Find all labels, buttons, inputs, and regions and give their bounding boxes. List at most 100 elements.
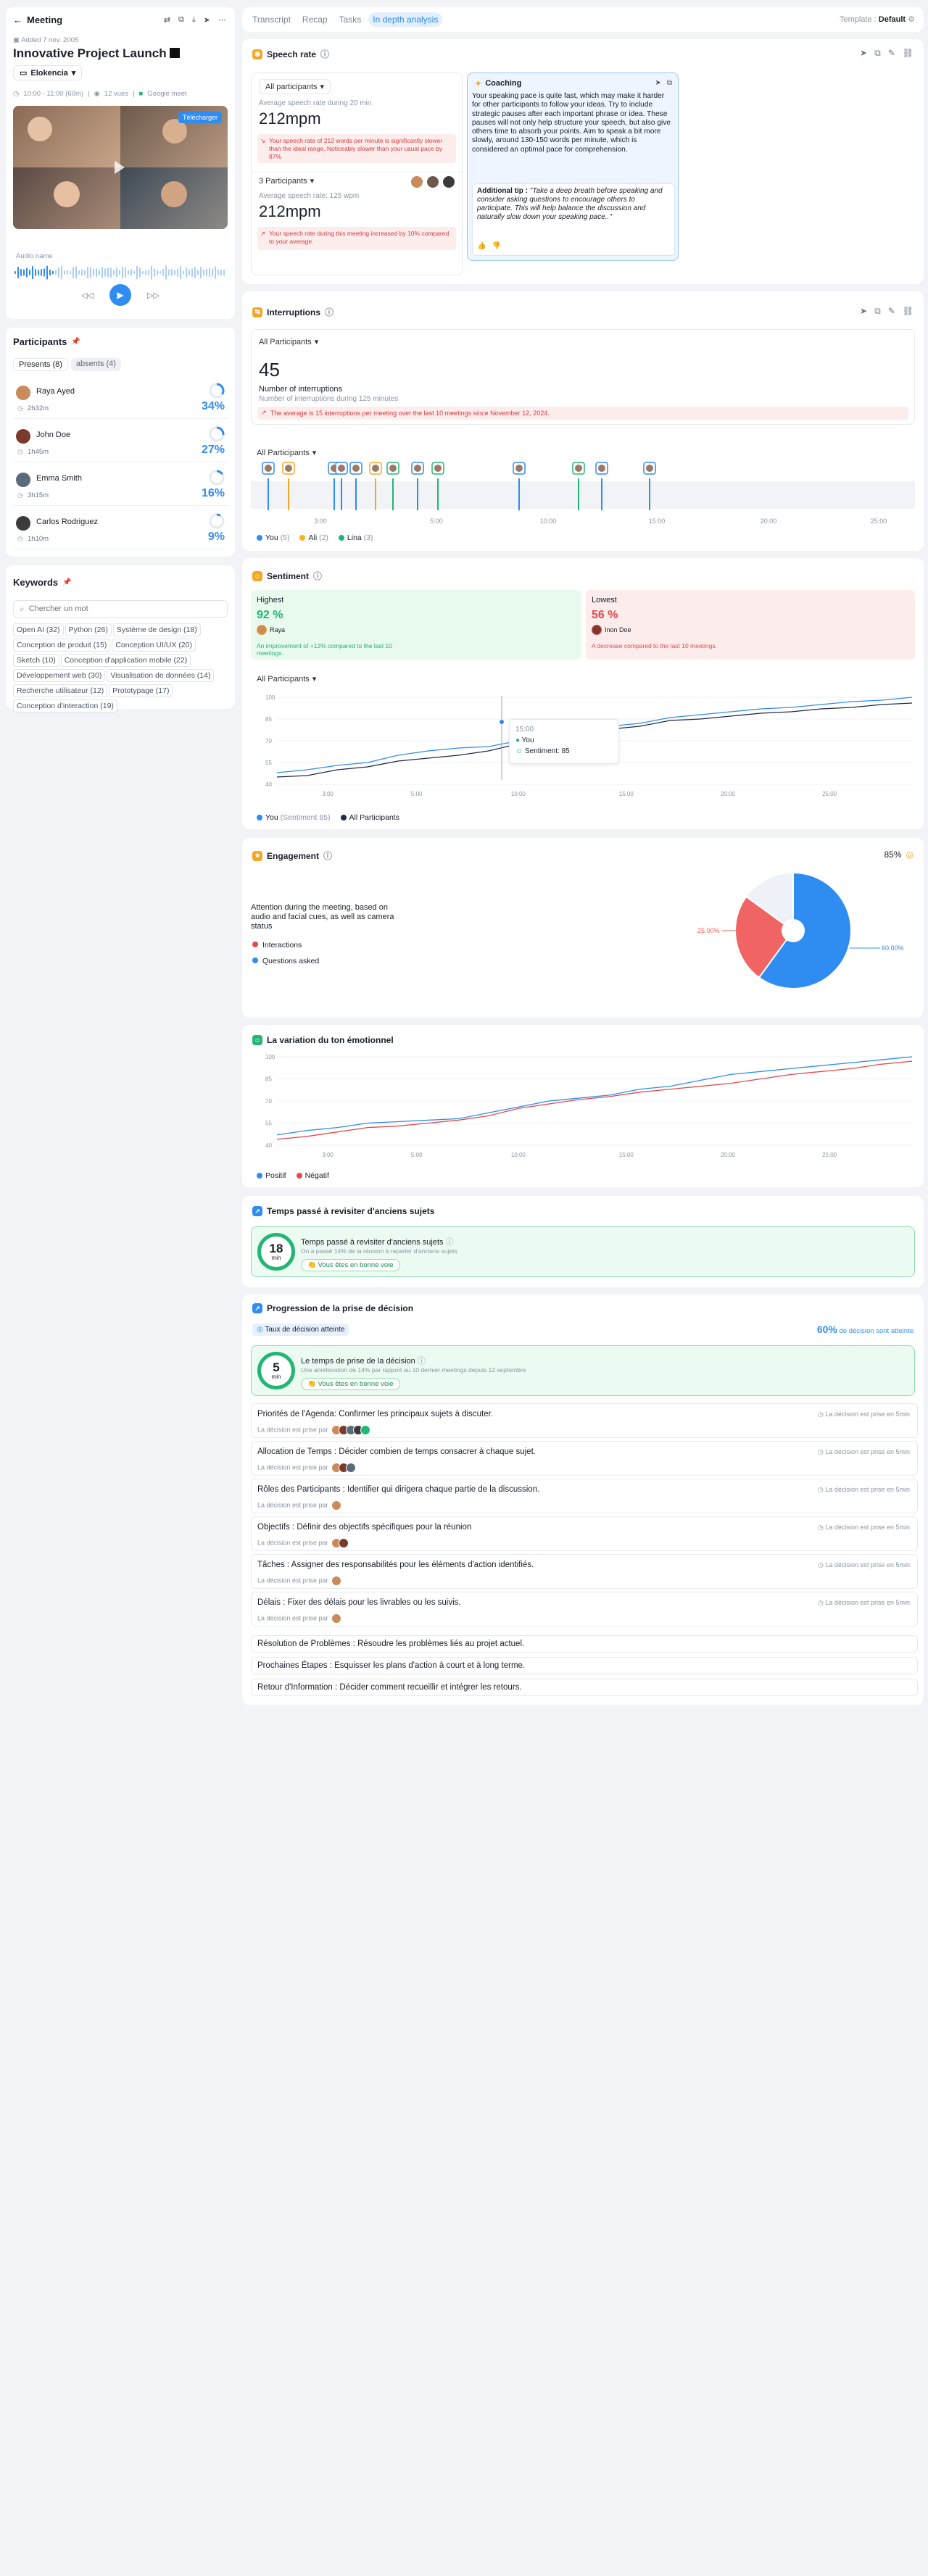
participants-dropdown[interactable]: All participants ▾ — [259, 79, 331, 94]
keyword-search-input[interactable] — [28, 604, 218, 613]
audio-waveform[interactable] — [14, 262, 226, 283]
keyword-chip[interactable]: Système de design (18) — [112, 623, 201, 636]
decision-row[interactable]: Allocation de Temps : Décider combien de… — [251, 1441, 918, 1476]
tick-label: 3:00 — [314, 518, 327, 525]
forward-icon[interactable]: ▷▷ — [147, 291, 160, 300]
info-icon[interactable]: ⓘ — [323, 849, 332, 862]
participant-row[interactable]: Raya Ayed ◷ 2h32m 34% — [13, 378, 228, 419]
keyword-chip[interactable]: Conception d'interaction (19) — [13, 699, 117, 712]
back-link[interactable]: ← Meeting — [13, 14, 62, 25]
participant-pct: 27% — [201, 444, 225, 456]
chevron-down-icon: ▾ — [314, 338, 319, 346]
template-select[interactable]: Template : Default ⚙ — [840, 14, 915, 24]
decision-row[interactable]: Priorités de l'Agenda: Confirmer les pri… — [251, 1403, 918, 1438]
keyword-chip[interactable]: Conception d'application mobile (22) — [60, 654, 191, 667]
send-icon[interactable]: ➤ — [860, 306, 867, 317]
decision-row-pending[interactable]: Résolution de Problèmes : Résoudre les p… — [251, 1635, 918, 1653]
coaching-card: ✦ Coaching ➤ ⧉ Your speaking pace is quite… — [467, 72, 679, 261]
template-label: Template : — [839, 15, 877, 24]
participant-row[interactable]: Carlos Rodriguez ◷ 1h10m 9% — [13, 509, 228, 549]
download-icon[interactable]: ⤓ — [192, 15, 196, 25]
keyword-chip[interactable]: Recherche utilisateur (12) — [13, 684, 108, 697]
edit-block-icon[interactable] — [170, 48, 181, 58]
participants-dropdown-2[interactable]: All Participants ▾ — [257, 448, 316, 458]
play-button[interactable]: ▶ — [109, 284, 131, 306]
three-participants-dropdown[interactable]: 3 Participants ▾ — [259, 176, 314, 186]
participants-dropdown[interactable]: All Participants ▾ — [257, 674, 316, 684]
thumbs-down-icon[interactable]: 👎 — [492, 242, 500, 251]
edit-icon[interactable]: ✎ — [888, 48, 895, 59]
participant-time: 3h15m — [28, 491, 49, 499]
interruptions-value: 45 — [259, 359, 280, 381]
info-icon[interactable]: ⓘ — [313, 570, 322, 582]
more-icon[interactable]: ⋯ — [218, 15, 226, 25]
avatar — [426, 175, 440, 189]
keyword-chip[interactable]: Conception UI/UX (20) — [112, 639, 196, 652]
wave-bar — [81, 269, 83, 276]
lowest-note: A decrease compared to the last 10 meeti… — [592, 642, 717, 649]
send-icon[interactable]: ➤ — [655, 79, 660, 87]
info-icon[interactable]: ⓘ — [446, 1238, 454, 1247]
decision-row[interactable]: Délais : Fixer des délais pour les livra… — [251, 1592, 918, 1626]
x-tick: 10:00 — [511, 791, 526, 797]
share-icon[interactable]: ⇄ — [164, 15, 170, 25]
keyword-chip[interactable]: Python (26) — [65, 623, 112, 636]
ton-chart[interactable]: 40 55 70 85 100 3:00 5:00 10:00 15:00 20:00 25:00 — [251, 1052, 918, 1161]
tab-absent[interactable]: absents (4) — [70, 358, 121, 371]
org-select[interactable]: ▭ Elokencia ▾ — [13, 65, 83, 80]
interruptions-warning: ↗ The average is 15 interruptions per mee… — [257, 407, 908, 420]
thumbs-up-icon[interactable]: 👍 — [477, 242, 486, 251]
engagement-pie[interactable]: 25.00% 60.00% — [663, 865, 924, 1010]
link-icon[interactable]: ⛓ — [903, 306, 914, 317]
wave-bar — [58, 267, 59, 278]
pin-icon[interactable]: 📌 — [71, 338, 80, 346]
keyword-chip[interactable]: Conception de produit (15) — [13, 639, 111, 652]
decision-row[interactable]: Rôles des Participants : Identifier qui … — [251, 1479, 918, 1513]
tab-transcript[interactable]: Transcript — [248, 12, 295, 27]
download-button[interactable]: Télécharger — [178, 112, 222, 123]
wave-bar — [177, 268, 178, 277]
send-icon[interactable]: ➤ — [860, 48, 867, 59]
participant-row[interactable]: Emma Smith ◷ 3h15m 16% — [13, 465, 228, 506]
calendar-icon: ▣ — [13, 36, 20, 44]
video-player[interactable]: Télécharger — [13, 106, 228, 229]
edit-icon[interactable]: ✎ — [888, 306, 895, 317]
keyword-chip[interactable]: Visualisation de données (14) — [107, 669, 215, 682]
participants-dropdown[interactable]: All Participants ▾ — [259, 337, 319, 347]
wave-bar — [46, 265, 48, 280]
decision-row-pending[interactable]: Prochaines Étapes : Esquisser les plans … — [251, 1657, 918, 1674]
copy-icon[interactable]: ⧉ — [874, 306, 881, 317]
rewind-icon[interactable]: ◁◁ — [81, 291, 94, 300]
copy-icon[interactable]: ⧉ — [178, 15, 184, 25]
decision-row[interactable]: Objectifs : Définir des objectifs spécif… — [251, 1516, 918, 1551]
decision-row-pending[interactable]: Retour d'Information : Décider comment r… — [251, 1679, 918, 1696]
info-icon[interactable]: ⓘ — [325, 306, 334, 318]
interruptions-timeline[interactable]: 3:00 5:00 10:00 15:00 20:00 25:00 — [251, 460, 915, 529]
info-icon[interactable]: ⓘ — [418, 1357, 426, 1366]
gauge-icon: ◎ — [906, 849, 914, 860]
decision-row[interactable]: Tâches : Assigner des responsabilités po… — [251, 1554, 918, 1589]
link-icon[interactable]: ⛓ — [903, 48, 914, 59]
tab-present[interactable]: Presents (8) — [13, 358, 68, 371]
wave-bar — [87, 267, 88, 278]
copy-icon[interactable]: ⧉ — [667, 79, 672, 87]
tab-in-depth-analysis[interactable]: In depth analysis — [368, 12, 443, 27]
wave-bar — [23, 269, 25, 276]
tab-tasks[interactable]: Tasks — [335, 12, 366, 27]
pin-icon[interactable]: 📌 — [62, 578, 71, 586]
wave-bar — [128, 270, 129, 275]
keyword-chip[interactable]: Open AI (32) — [13, 623, 64, 636]
participant-row[interactable]: John Doe ◷ 1h45m 27% — [13, 422, 228, 462]
revisit-ring: 18 min — [257, 1233, 295, 1271]
copy-icon[interactable]: ⧉ — [874, 48, 881, 59]
keyword-search[interactable]: ⌕ — [13, 600, 228, 618]
keyword-chip[interactable]: Prototypage (17) — [109, 684, 173, 697]
play-overlay-icon[interactable] — [115, 161, 125, 174]
clock-icon: ◷ — [818, 1561, 824, 1569]
info-icon[interactable]: ⓘ — [320, 48, 329, 60]
decision-row-sub: La décision est prise par — [257, 1614, 328, 1622]
keyword-chip[interactable]: Sketch (10) — [13, 654, 59, 667]
send-icon[interactable]: ➤ — [204, 15, 210, 25]
keyword-chip[interactable]: Développement web (30) — [13, 669, 106, 682]
tab-recap[interactable]: Recap — [298, 12, 332, 27]
